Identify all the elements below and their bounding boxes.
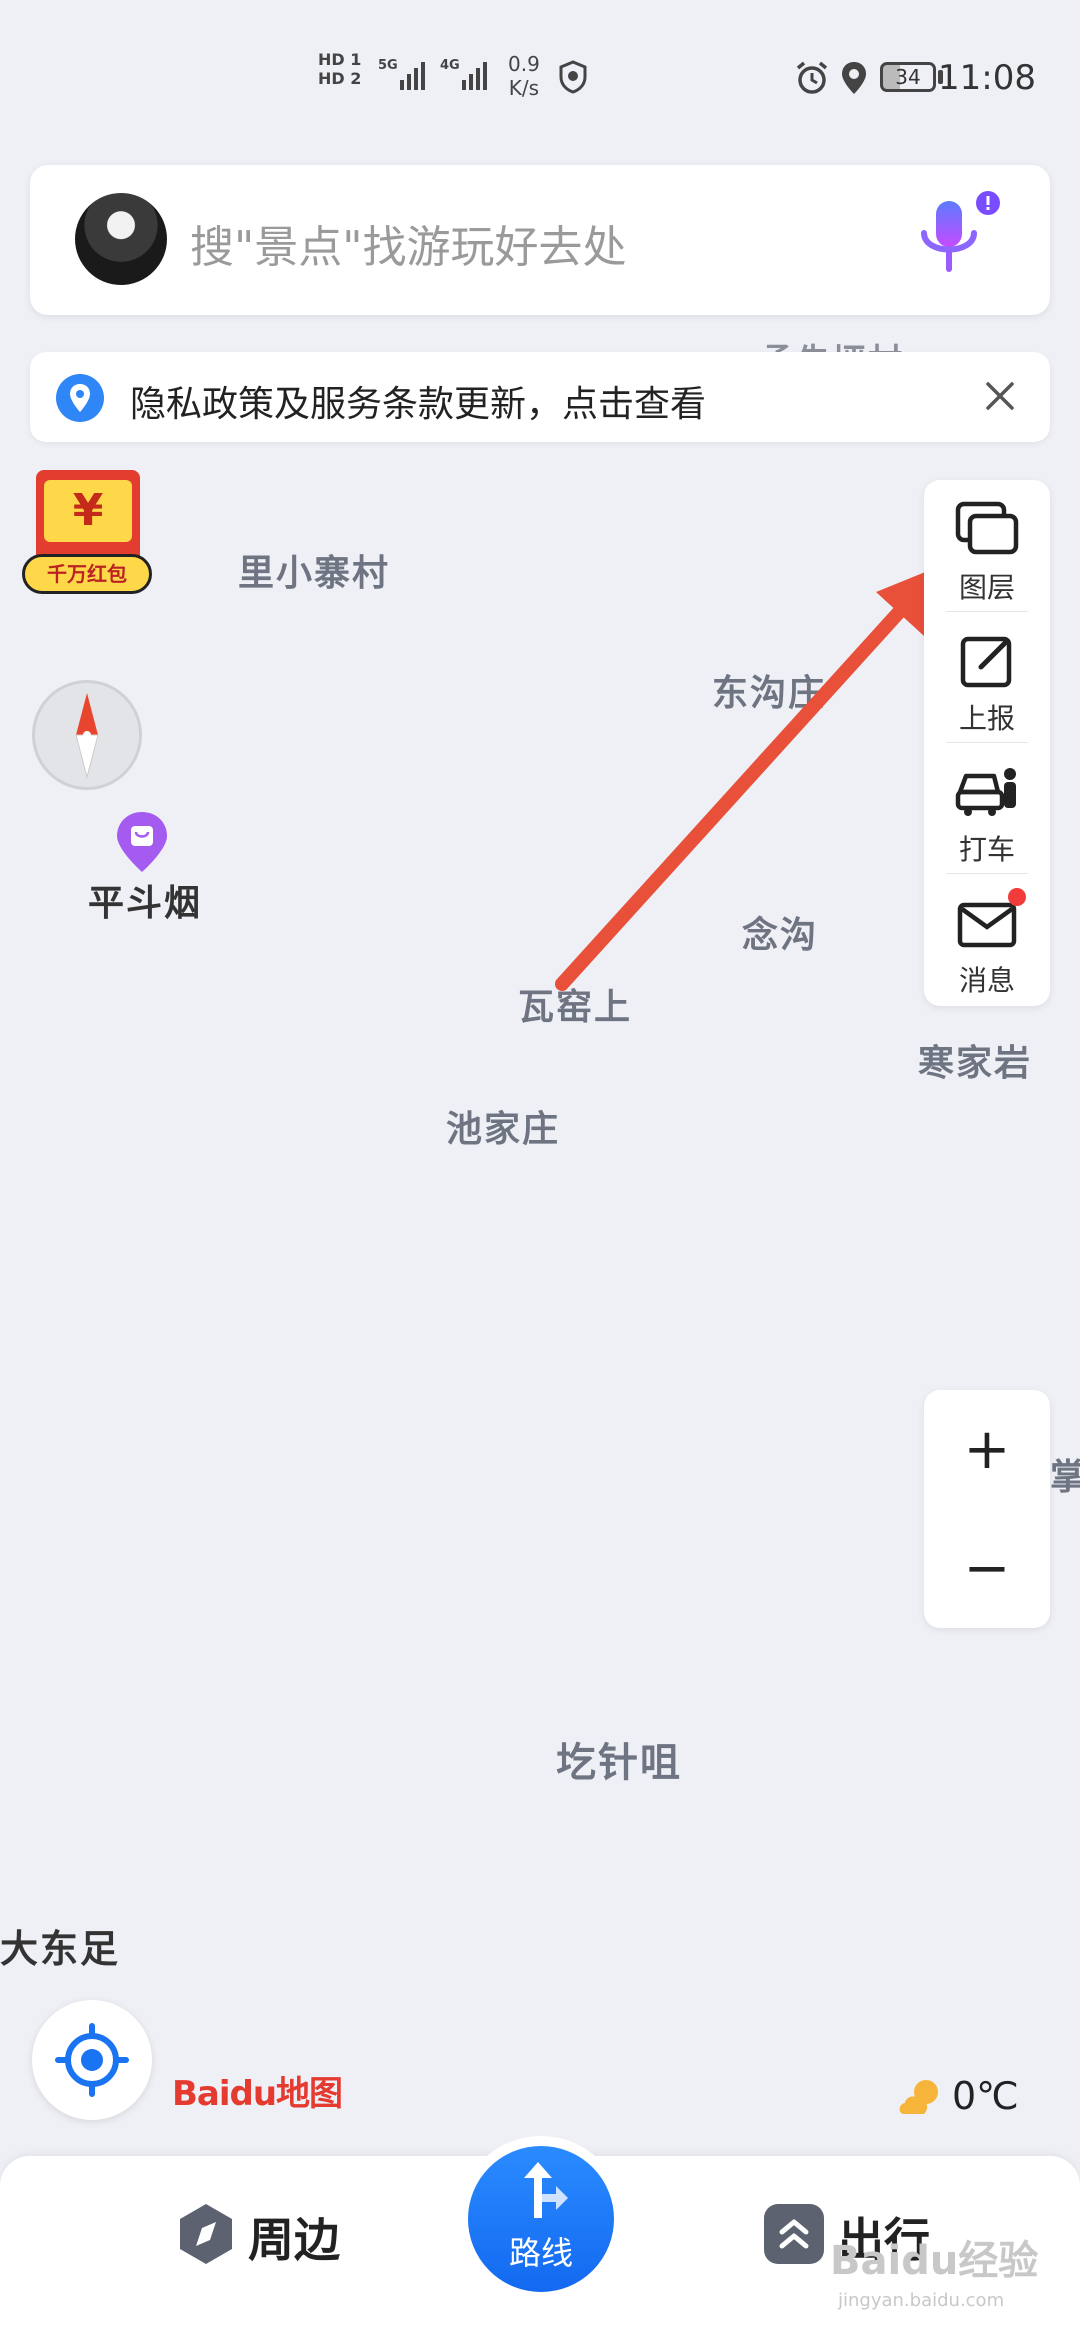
nearby-compass-icon <box>180 2204 232 2264</box>
voice-mic-icon[interactable] <box>900 191 1000 291</box>
route-label: 路线 <box>508 2234 573 2272</box>
report-label: 上报 <box>958 702 1015 735</box>
crosshair-icon <box>55 2023 129 2097</box>
map-label: 池家庄 <box>446 1109 561 1150</box>
zoom-out-button[interactable]: − <box>924 1509 1050 1628</box>
messages-label: 消息 <box>958 964 1015 997</box>
nearby-tab[interactable] <box>174 2202 238 2266</box>
compass-button[interactable] <box>32 680 142 790</box>
nearby-label[interactable]: 周边 <box>248 2204 340 2270</box>
messages-button[interactable]: 消息 <box>924 873 1050 1004</box>
avatar[interactable] <box>75 193 167 285</box>
signal-5g: 5G <box>378 58 430 96</box>
weather-cloud-sun-icon <box>899 2080 938 2114</box>
close-icon[interactable] <box>978 374 1022 418</box>
layers-icon <box>955 501 1019 555</box>
battery-indicator: 34 <box>880 62 936 92</box>
map-label: 寒家岩 <box>918 1043 1033 1084</box>
weather-temp[interactable]: 0℃ <box>952 2074 1019 2118</box>
yuan-icon: ¥ <box>44 480 132 542</box>
edit-icon <box>960 636 1012 688</box>
map-label: 平斗烟 <box>88 883 203 924</box>
baidu-map-logo: Baidu地图 <box>172 2074 343 2114</box>
layers-button[interactable]: 图层 <box>924 480 1050 611</box>
map-label: 掌 <box>1050 1457 1080 1498</box>
travel-chevron-icon <box>764 2204 824 2264</box>
zoom-control: + − <box>924 1390 1050 1628</box>
route-button[interactable]: 路线 <box>458 2136 624 2302</box>
taxi-button[interactable]: 打车 <box>924 742 1050 873</box>
map-label: 圪针咀 <box>556 1740 682 1786</box>
vpn-shield-icon <box>559 60 587 94</box>
notice-text[interactable]: 隐私政策及服务条款更新，点击查看 <box>130 375 706 427</box>
annotation-arrow <box>555 566 940 991</box>
red-envelope-promo[interactable]: ¥ 千万红包 <box>22 470 154 602</box>
location-pin-icon <box>56 374 104 422</box>
search-bar[interactable]: 搜"景点"找游玩好去处 <box>30 165 1050 315</box>
report-button[interactable]: 上报 <box>924 611 1050 742</box>
map-toolbar: 图层 上报 打车 消息 <box>924 480 1050 1006</box>
watermark-url: jingyan.baidu.com <box>838 2290 1005 2311</box>
taxi-icon <box>955 768 1016 816</box>
location-icon <box>842 62 866 94</box>
layers-label: 图层 <box>958 571 1015 604</box>
compass-icon <box>75 693 99 779</box>
signal-4g: 4G <box>440 58 492 96</box>
taxi-label: 打车 <box>958 833 1015 866</box>
network-speed: 0.9 K/s <box>508 52 540 100</box>
alarm-icon <box>796 61 828 94</box>
notification-badge <box>1008 888 1026 906</box>
locate-me-button[interactable] <box>32 2000 152 2120</box>
envelope-label: 千万红包 <box>22 554 152 594</box>
search-placeholder[interactable]: 搜"景点"找游玩好去处 <box>190 211 626 275</box>
shop-poi-icon[interactable] <box>114 810 170 874</box>
travel-tab[interactable] <box>762 2202 826 2266</box>
status-bar: HD 1 HD 2 5G 4G 0.9 K/s 34 11:08 <box>0 0 1080 150</box>
hd-indicator: HD 1 HD 2 <box>318 50 362 88</box>
zoom-in-button[interactable]: + <box>924 1390 1050 1509</box>
route-arrow-icon <box>524 2162 568 2218</box>
map-label: 里小寨村 <box>238 553 391 594</box>
clock: 11:08 <box>938 58 1036 98</box>
map-label: 大东足 <box>0 1927 121 1971</box>
watermark: Baidu经验 <box>830 2238 1039 2284</box>
privacy-notice-banner[interactable]: 隐私政策及服务条款更新，点击查看 <box>30 352 1050 442</box>
